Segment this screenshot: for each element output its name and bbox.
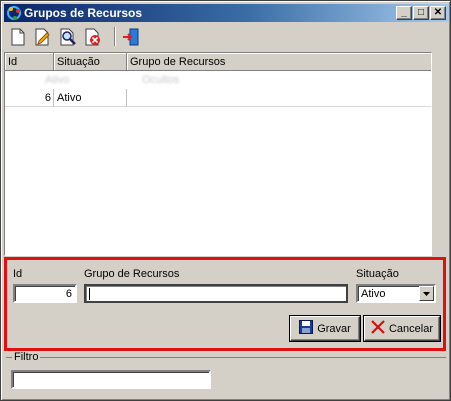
grid-side-gap bbox=[432, 52, 449, 256]
toolbar bbox=[4, 24, 449, 50]
exit-door-icon[interactable] bbox=[120, 26, 142, 48]
grupo-field[interactable] bbox=[84, 284, 348, 303]
column-header-grupo[interactable]: Grupo de Recursos bbox=[127, 53, 431, 71]
column-header-id[interactable]: Id bbox=[5, 53, 54, 71]
main-window: Grupos de Recursos _ □ ✕ Id Situação Gru… bbox=[0, 0, 451, 401]
app-icon bbox=[6, 5, 22, 21]
cell-situacao: Ativo bbox=[45, 74, 70, 86]
table-header: Id Situação Grupo de Recursos bbox=[5, 53, 431, 71]
window-title: Grupos de Recursos bbox=[24, 6, 143, 20]
filter-label: Filtro bbox=[12, 351, 41, 363]
table-row[interactable]: 6 Ativo bbox=[5, 89, 431, 107]
cell-grupo: Ocultos bbox=[142, 74, 180, 86]
edit-panel: Id Grupo de Recursos Situação 6 Ativo Gr… bbox=[4, 257, 446, 351]
filter-group: Filtro bbox=[6, 351, 446, 397]
cancel-button[interactable]: Cancelar bbox=[364, 316, 440, 341]
cell-grupo bbox=[127, 89, 431, 107]
situacao-select-value: Ativo bbox=[361, 288, 386, 300]
text-caret bbox=[89, 288, 90, 301]
cancel-x-icon bbox=[371, 320, 385, 337]
minimize-button[interactable]: _ bbox=[396, 6, 412, 20]
maximize-button[interactable]: □ bbox=[413, 6, 429, 20]
chevron-down-icon[interactable] bbox=[419, 286, 434, 301]
delete-icon[interactable] bbox=[82, 26, 104, 48]
resource-groups-table[interactable]: Id Situação Grupo de Recursos Ativo Ocul… bbox=[4, 52, 432, 256]
id-label: Id bbox=[13, 268, 23, 280]
column-header-situacao[interactable]: Situação bbox=[54, 53, 127, 71]
filter-input[interactable] bbox=[11, 370, 211, 389]
cell-id: 6 bbox=[5, 89, 54, 107]
id-field[interactable]: 6 bbox=[13, 284, 77, 303]
edit-document-icon[interactable] bbox=[32, 26, 54, 48]
situacao-label: Situação bbox=[356, 268, 399, 280]
cell-situacao: Ativo bbox=[54, 89, 127, 107]
save-button[interactable]: Gravar bbox=[290, 316, 360, 341]
situacao-select[interactable]: Ativo bbox=[356, 284, 436, 303]
new-document-icon[interactable] bbox=[7, 26, 29, 48]
floppy-disk-icon bbox=[299, 320, 314, 337]
search-icon[interactable] bbox=[57, 26, 79, 48]
cancel-button-label: Cancelar bbox=[388, 322, 434, 335]
save-button-label: Gravar bbox=[317, 322, 351, 335]
toolbar-separator bbox=[114, 27, 116, 46]
title-bar[interactable]: Grupos de Recursos _ □ ✕ bbox=[4, 4, 449, 22]
table-row[interactable]: Ativo Ocultos bbox=[5, 71, 431, 89]
grupo-label: Grupo de Recursos bbox=[84, 268, 180, 280]
close-button[interactable]: ✕ bbox=[430, 6, 446, 20]
